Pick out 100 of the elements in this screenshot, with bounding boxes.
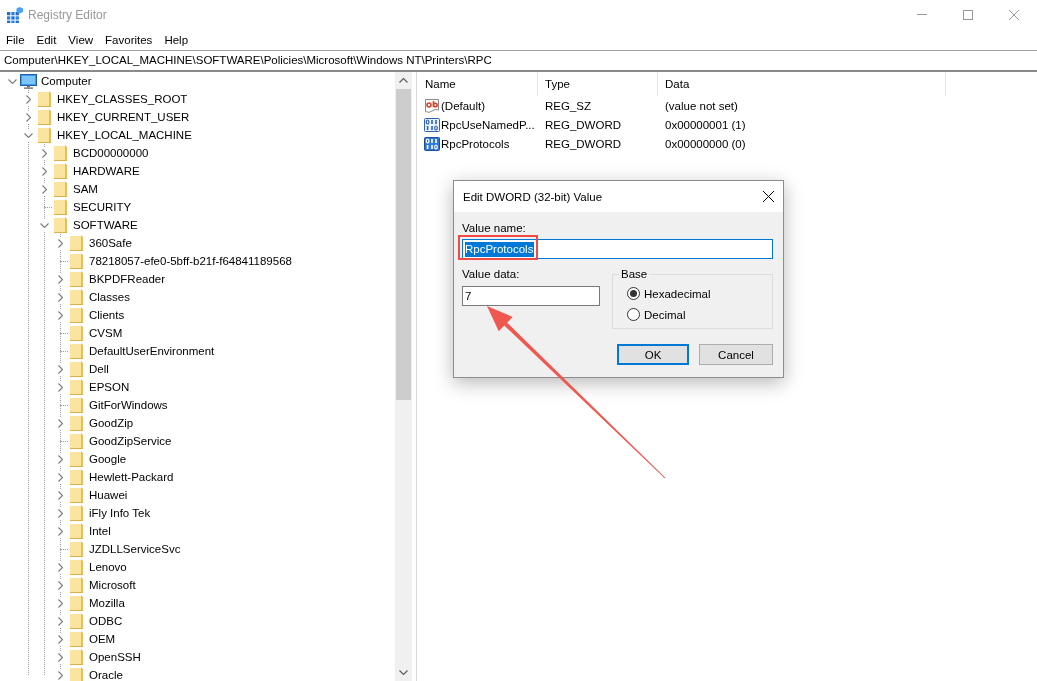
tree-item[interactable]: SOFTWARE xyxy=(73,219,138,231)
tree-item[interactable]: OEM xyxy=(89,633,116,645)
chevron-right-icon[interactable] xyxy=(57,616,63,626)
tree-item[interactable]: GoodZip xyxy=(89,417,134,429)
tree-item[interactable]: HKEY_LOCAL_MACHINE xyxy=(57,129,192,141)
menu-item[interactable]: Favorites xyxy=(99,31,159,49)
minimize-icon xyxy=(917,14,927,15)
tree-item[interactable]: HARDWARE xyxy=(73,165,140,177)
folder-icon xyxy=(70,487,83,503)
folder-icon xyxy=(38,109,51,125)
menu-item[interactable]: Help xyxy=(158,31,195,49)
tree-item[interactable]: Hewlett-Packard xyxy=(89,471,174,483)
chevron-right-icon[interactable] xyxy=(57,490,63,500)
tree-item[interactable]: EPSON xyxy=(89,381,130,393)
folder-icon xyxy=(70,433,83,449)
tree-item[interactable]: Oracle xyxy=(89,669,123,681)
tree-item[interactable]: Microsoft xyxy=(89,579,136,591)
tree-item[interactable]: Dell xyxy=(89,363,109,375)
tree-item[interactable]: SAM xyxy=(73,183,98,195)
chevron-right-icon[interactable] xyxy=(57,562,63,572)
chevron-right-icon[interactable] xyxy=(41,166,47,176)
chevron-right-icon[interactable] xyxy=(57,310,63,320)
tree-item[interactable]: GoodZipService xyxy=(89,435,172,447)
chevron-right-icon[interactable] xyxy=(57,472,63,482)
chevron-right-icon[interactable] xyxy=(57,670,63,680)
folder-icon xyxy=(70,631,83,647)
chevron-right-icon[interactable] xyxy=(57,526,63,536)
folder-icon xyxy=(70,289,83,305)
tree-item[interactable]: Classes xyxy=(89,291,130,303)
close-icon xyxy=(762,191,774,202)
tree-item[interactable]: ODBC xyxy=(89,615,123,627)
menu-item[interactable]: Edit xyxy=(30,31,63,49)
folder-icon xyxy=(38,91,51,107)
tree-item[interactable]: Lenovo xyxy=(89,561,127,573)
chevron-right-icon[interactable] xyxy=(57,418,63,428)
tree-item[interactable]: 78218057-efe0-5bff-b21f-f64841189568 xyxy=(89,255,292,267)
chevron-right-icon[interactable] xyxy=(25,112,31,122)
chevron-right-icon[interactable] xyxy=(57,634,63,644)
folder-icon xyxy=(54,181,67,197)
tree-item[interactable]: iFly Info Tek xyxy=(89,507,151,519)
chevron-down-icon[interactable] xyxy=(39,222,49,228)
tree-item[interactable]: Huawei xyxy=(89,489,128,501)
chevron-right-icon[interactable] xyxy=(57,274,63,284)
chevron-right-icon[interactable] xyxy=(57,292,63,302)
tree-item[interactable]: Clients xyxy=(89,309,125,321)
menu-item[interactable]: View xyxy=(62,31,100,49)
radio-button[interactable]: Decimal xyxy=(627,304,772,325)
tree-item[interactable]: BCD00000000 xyxy=(73,147,149,159)
folder-icon xyxy=(70,361,83,377)
chevron-down-icon xyxy=(399,670,408,675)
scrollbar-thumb[interactable] xyxy=(396,89,411,400)
tree-item[interactable]: HKEY_CLASSES_ROOT xyxy=(57,93,188,105)
chevron-right-icon[interactable] xyxy=(41,148,47,158)
tree-item[interactable]: Intel xyxy=(89,525,111,537)
tree-item[interactable]: Mozilla xyxy=(89,597,125,609)
folder-icon xyxy=(70,667,83,681)
chevron-right-icon[interactable] xyxy=(57,652,63,662)
chevron-right-icon[interactable] xyxy=(57,508,63,518)
menu-item[interactable]: File xyxy=(0,31,31,49)
folder-icon xyxy=(70,595,83,611)
value-data-field[interactable]: 7 xyxy=(462,286,600,306)
folder-icon xyxy=(70,559,83,575)
dialog-button[interactable]: OK xyxy=(617,344,689,365)
tree-item[interactable]: 360Safe xyxy=(89,237,132,249)
tree-item[interactable]: Computer xyxy=(41,75,92,87)
folder-icon xyxy=(54,217,67,233)
chevron-down-icon[interactable] xyxy=(23,132,33,138)
tree-item[interactable]: Google xyxy=(89,453,127,465)
chevron-right-icon[interactable] xyxy=(57,598,63,608)
chevron-right-icon[interactable] xyxy=(57,364,63,374)
chevron-right-icon[interactable] xyxy=(57,238,63,248)
folder-icon xyxy=(54,199,67,215)
dialog-title: Edit DWORD (32-bit) Value xyxy=(463,190,603,203)
tree-item[interactable]: OpenSSH xyxy=(89,651,141,663)
tree-item[interactable]: HKEY_CURRENT_USER xyxy=(57,111,190,123)
folder-icon xyxy=(70,523,83,539)
column-header[interactable]: Type xyxy=(538,72,658,96)
tree-item[interactable]: DefaultUserEnvironment xyxy=(89,345,215,357)
tree-item[interactable]: GitForWindows xyxy=(89,399,168,411)
tree-item[interactable]: CVSM xyxy=(89,327,123,339)
folder-icon xyxy=(54,163,67,179)
folder-icon xyxy=(70,577,83,593)
chevron-down-icon[interactable] xyxy=(7,78,17,84)
chevron-right-icon[interactable] xyxy=(57,580,63,590)
address-bar[interactable]: Computer\HKEY_LOCAL_MACHINE\SOFTWARE\Policies\Microsoft\Windows NT\Printers\RPC xyxy=(0,50,1037,72)
radio-button[interactable]: Hexadecimal xyxy=(627,283,772,304)
column-header[interactable]: Data xyxy=(658,72,946,96)
chevron-right-icon[interactable] xyxy=(25,94,31,104)
chevron-right-icon[interactable] xyxy=(41,184,47,194)
folder-icon xyxy=(70,271,83,287)
value-data: (value not set) xyxy=(664,99,738,112)
chevron-right-icon[interactable] xyxy=(57,382,63,392)
folder-icon xyxy=(70,451,83,467)
chevron-right-icon[interactable] xyxy=(57,454,63,464)
tree-item[interactable]: JZDLLServiceSvc xyxy=(89,543,181,555)
tree-item[interactable]: SECURITY xyxy=(73,201,132,213)
column-header[interactable]: Name xyxy=(418,72,538,96)
tree-item[interactable]: BKPDFReader xyxy=(89,273,166,285)
value-name: RpcUseNamedP... xyxy=(441,118,535,131)
dialog-button[interactable]: Cancel xyxy=(699,344,773,365)
